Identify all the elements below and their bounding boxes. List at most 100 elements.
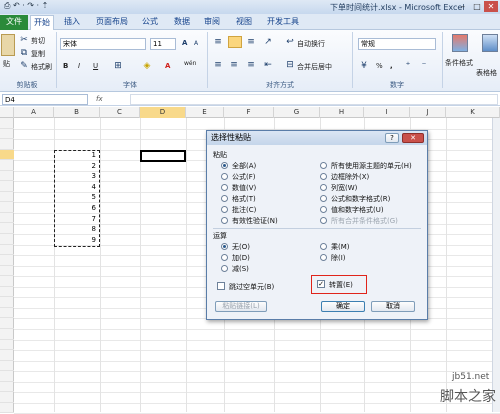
column-header[interactable]: F: [224, 107, 274, 118]
row-header[interactable]: [0, 129, 14, 140]
radio-option-label[interactable]: 减(S): [232, 264, 249, 274]
paste-link-button[interactable]: 粘贴链接(L): [215, 301, 267, 312]
row-header[interactable]: [0, 213, 14, 224]
italic-button[interactable]: I: [78, 62, 80, 70]
formula-input[interactable]: [130, 94, 498, 105]
radio-option-label[interactable]: 除(I): [331, 253, 346, 263]
row-header[interactable]: [0, 118, 14, 129]
dialog-close-button[interactable]: ✕: [402, 133, 424, 143]
fill-color-icon[interactable]: ◈: [141, 60, 153, 72]
wrap-text-button[interactable]: 自动换行: [297, 39, 325, 49]
align-bottom-icon[interactable]: ≡: [245, 36, 257, 48]
row-header[interactable]: [0, 234, 14, 245]
cell-value[interactable]: 4: [86, 183, 96, 191]
radio-button[interactable]: [320, 162, 327, 169]
align-right-icon[interactable]: ≡: [245, 59, 257, 71]
column-header[interactable]: J: [410, 107, 446, 118]
row-header[interactable]: [0, 276, 14, 287]
orientation-icon[interactable]: ↗: [262, 36, 274, 48]
align-center-icon[interactable]: ≡: [228, 59, 240, 71]
row-header[interactable]: [0, 308, 14, 319]
cancel-button[interactable]: 取消: [371, 301, 415, 312]
borders-icon[interactable]: ⊞: [112, 60, 124, 72]
paste-label[interactable]: 贴: [3, 59, 10, 69]
tab-developer[interactable]: 开发工具: [264, 15, 302, 30]
wrap-text-icon[interactable]: ↩: [284, 36, 296, 48]
row-header[interactable]: [0, 139, 14, 150]
radio-option-label[interactable]: 值和数字格式(U): [331, 205, 384, 215]
radio-option-label[interactable]: 加(D): [232, 253, 250, 263]
row-header[interactable]: [0, 255, 14, 266]
tab-file[interactable]: 文件: [0, 15, 28, 30]
cell-value[interactable]: 5: [86, 193, 96, 201]
radio-option-label[interactable]: 乘(M): [331, 242, 350, 252]
format-painter-button[interactable]: 格式刷: [31, 62, 52, 72]
radio-button[interactable]: [221, 206, 228, 213]
row-header[interactable]: [0, 245, 14, 256]
indent-icon[interactable]: ⇤: [262, 59, 274, 71]
format-as-table-button[interactable]: 表格格: [476, 68, 497, 78]
conditional-format-icon[interactable]: [452, 34, 468, 52]
minimize-icon[interactable]: –: [456, 1, 470, 12]
cut-icon[interactable]: ✂: [18, 34, 30, 46]
tab-review[interactable]: 审阅: [200, 15, 224, 30]
radio-button[interactable]: [221, 265, 228, 272]
currency-icon[interactable]: ¥: [358, 60, 370, 72]
align-middle-icon[interactable]: [228, 36, 242, 48]
column-header[interactable]: D: [140, 107, 186, 118]
format-as-table-icon[interactable]: [482, 34, 498, 52]
cell-value[interactable]: 1: [86, 151, 96, 159]
radio-option-label[interactable]: 全部(A): [232, 161, 256, 171]
help-button[interactable]: ?: [385, 133, 399, 143]
column-header[interactable]: E: [186, 107, 224, 118]
column-header[interactable]: C: [100, 107, 140, 118]
radio-button[interactable]: [221, 173, 228, 180]
row-header[interactable]: [0, 192, 14, 203]
radio-option-label[interactable]: 公式和数字格式(R): [331, 194, 390, 204]
tab-view[interactable]: 视图: [232, 15, 256, 30]
skip-blanks-label[interactable]: 跳过空单元(B): [229, 282, 274, 292]
radio-button[interactable]: [320, 254, 327, 261]
grow-font-button[interactable]: A: [182, 39, 187, 47]
row-header[interactable]: [0, 318, 14, 329]
active-cell[interactable]: [140, 150, 186, 162]
transpose-label[interactable]: 转置(E): [329, 280, 353, 290]
tab-page-layout[interactable]: 页面布局: [92, 15, 132, 30]
radio-option-label[interactable]: 公式(F): [232, 172, 256, 182]
column-header[interactable]: H: [320, 107, 364, 118]
increase-decimal-icon[interactable]: ⁺: [402, 60, 414, 72]
radio-button[interactable]: [320, 184, 327, 191]
tab-home[interactable]: 开始: [30, 15, 54, 30]
comma-button[interactable]: ,: [390, 62, 393, 70]
merge-icon[interactable]: ⊟: [284, 59, 296, 71]
radio-option-label[interactable]: 所有使用源主题的单元(H): [331, 161, 412, 171]
row-header[interactable]: [0, 171, 14, 182]
radio-button[interactable]: [221, 195, 228, 202]
radio-button[interactable]: [221, 162, 228, 169]
font-color-button[interactable]: A: [165, 62, 170, 70]
radio-option-label[interactable]: 数值(V): [232, 183, 256, 193]
row-header[interactable]: [0, 392, 14, 403]
percent-button[interactable]: %: [376, 62, 383, 70]
phonetic-button[interactable]: wén: [184, 60, 196, 67]
decrease-decimal-icon[interactable]: ⁻: [418, 60, 430, 72]
underline-button[interactable]: U: [93, 62, 98, 70]
row-header[interactable]: [0, 224, 14, 234]
row-header[interactable]: [0, 382, 14, 393]
radio-button[interactable]: [320, 195, 327, 202]
column-header[interactable]: A: [14, 107, 54, 118]
radio-option-label[interactable]: 列宽(W): [331, 183, 357, 193]
copy-icon[interactable]: ⧉: [18, 47, 30, 59]
vertical-scrollbar[interactable]: [492, 118, 500, 412]
column-header[interactable]: K: [446, 107, 500, 118]
row-header[interactable]: [0, 340, 14, 351]
row-header[interactable]: [0, 371, 14, 382]
close-icon[interactable]: ✕: [484, 1, 498, 12]
shrink-font-button[interactable]: A: [194, 40, 198, 47]
row-header[interactable]: [0, 297, 14, 308]
font-size-combo[interactable]: 11: [150, 38, 176, 50]
tab-insert[interactable]: 插入: [60, 15, 84, 30]
row-header[interactable]: [0, 266, 14, 277]
tab-data[interactable]: 数据: [170, 15, 194, 30]
radio-button[interactable]: [320, 173, 327, 180]
